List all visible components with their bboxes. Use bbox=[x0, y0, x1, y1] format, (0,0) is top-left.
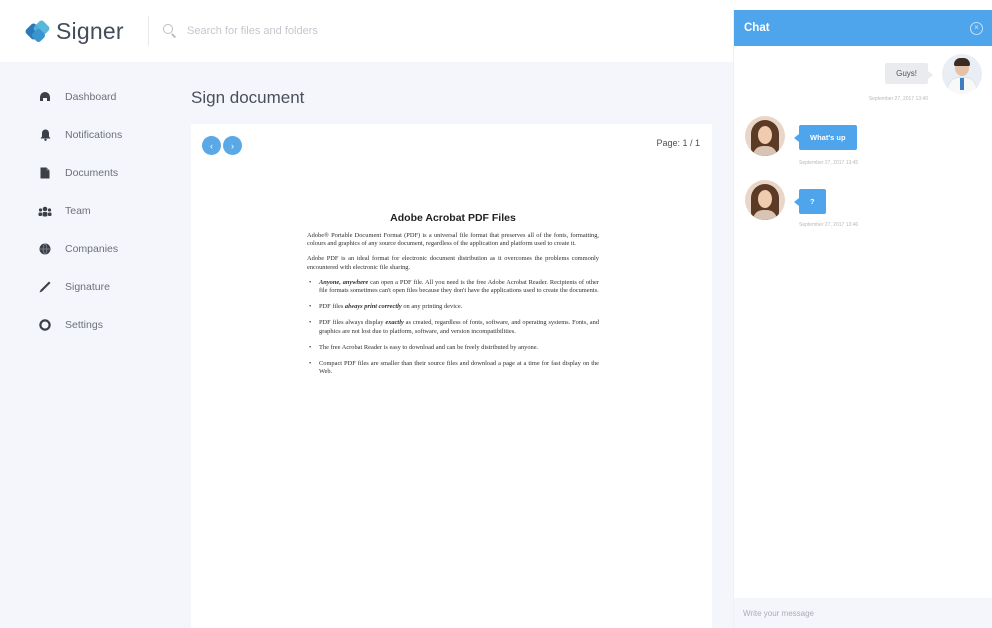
sidebar-item-label: Signature bbox=[65, 281, 110, 293]
sidebar-item-dashboard[interactable]: Dashboard bbox=[0, 78, 172, 116]
logo-icon bbox=[24, 19, 51, 44]
chevron-left-icon: ‹ bbox=[210, 140, 213, 151]
logo[interactable]: Signer bbox=[24, 17, 148, 45]
pdf-bullet: Anyone, anywhere can open a PDF file. Al… bbox=[307, 279, 599, 295]
chat-panel: Chat × Guys! September 27, 2017 13:40 Wh… bbox=[733, 10, 992, 628]
dashboard-icon bbox=[38, 90, 52, 104]
globe-icon bbox=[38, 242, 52, 256]
main-content: Sign document ‹ › Page: 1 / 1 Adobe Acro… bbox=[172, 62, 733, 628]
page-indicator: Page: 1 / 1 bbox=[656, 138, 700, 148]
message-timestamp: September 27, 2017 13:40 bbox=[868, 96, 928, 102]
gear-icon bbox=[38, 318, 52, 332]
chat-message-incoming: What's up bbox=[745, 116, 857, 156]
previous-page-button[interactable]: ‹ bbox=[202, 136, 221, 155]
pdf-paragraph: Adobe PDF is an ideal format for electro… bbox=[307, 255, 599, 271]
chevron-right-icon: › bbox=[231, 140, 234, 151]
close-icon[interactable]: × bbox=[970, 21, 983, 35]
pdf-paragraph: Adobe® Portable Document Format (PDF) is… bbox=[307, 232, 599, 248]
search-bar bbox=[163, 24, 487, 38]
sidebar-item-signature[interactable]: Signature bbox=[0, 268, 172, 306]
sidebar-item-label: Team bbox=[65, 205, 91, 217]
sidebar-item-label: Settings bbox=[65, 319, 103, 331]
pdf-bullet: PDF files always print correctly on any … bbox=[307, 303, 599, 311]
message-timestamp: September 27, 2017 13:46 bbox=[799, 222, 859, 228]
message-bubble: What's up bbox=[794, 125, 857, 150]
top-bar: Signer bbox=[0, 0, 733, 62]
pdf-bullet: The free Acrobat Reader is easy to downl… bbox=[307, 344, 599, 352]
page-title: Sign document bbox=[191, 88, 305, 107]
chat-message-outgoing: Guys! bbox=[885, 54, 982, 94]
chat-title: Chat bbox=[744, 22, 770, 34]
next-page-button[interactable]: › bbox=[223, 136, 242, 155]
pdf-bullet: Compact PDF files are smaller than their… bbox=[307, 360, 599, 376]
header-divider bbox=[148, 16, 149, 46]
sidebar-item-companies[interactable]: Companies bbox=[0, 230, 172, 268]
pdf-page: Adobe Acrobat PDF Files Adobe® Portable … bbox=[307, 212, 599, 384]
document-icon bbox=[38, 166, 52, 180]
chat-composer bbox=[734, 598, 992, 628]
document-viewer: ‹ › Page: 1 / 1 Adobe Acrobat PDF Files … bbox=[191, 124, 712, 628]
pdf-bullet-list: Anyone, anywhere can open a PDF file. Al… bbox=[307, 279, 599, 377]
sidebar-item-label: Notifications bbox=[65, 129, 123, 141]
message-bubble: Guys! bbox=[885, 63, 933, 84]
chat-message-input[interactable] bbox=[743, 608, 973, 618]
sidebar-item-label: Documents bbox=[65, 167, 119, 179]
team-icon bbox=[38, 204, 52, 218]
sidebar-item-label: Dashboard bbox=[65, 91, 117, 103]
pdf-bullet: PDF files always display exactly as crea… bbox=[307, 319, 599, 335]
pen-icon bbox=[38, 280, 52, 294]
search-input[interactable] bbox=[187, 25, 487, 37]
sidebar-item-team[interactable]: Team bbox=[0, 192, 172, 230]
sidebar-item-documents[interactable]: Documents bbox=[0, 154, 172, 192]
sidebar-item-label: Companies bbox=[65, 243, 119, 255]
message-timestamp: September 27, 2017 13:45 bbox=[799, 160, 859, 166]
avatar bbox=[942, 54, 982, 94]
search-icon bbox=[163, 24, 177, 38]
message-bubble: ? bbox=[794, 189, 826, 214]
chat-message-incoming: ? bbox=[745, 180, 826, 220]
app-name: Signer bbox=[56, 17, 124, 44]
signer-app: Signer Dashboard Notifications Documents bbox=[0, 0, 992, 628]
avatar bbox=[745, 180, 785, 220]
avatar bbox=[745, 116, 785, 156]
chat-header: Chat × bbox=[734, 10, 992, 46]
sidebar-item-settings[interactable]: Settings bbox=[0, 306, 172, 344]
bell-icon bbox=[38, 128, 52, 142]
sidebar: Dashboard Notifications Documents Team C… bbox=[0, 62, 172, 628]
sidebar-item-notifications[interactable]: Notifications bbox=[0, 116, 172, 154]
pdf-title: Adobe Acrobat PDF Files bbox=[390, 212, 516, 224]
